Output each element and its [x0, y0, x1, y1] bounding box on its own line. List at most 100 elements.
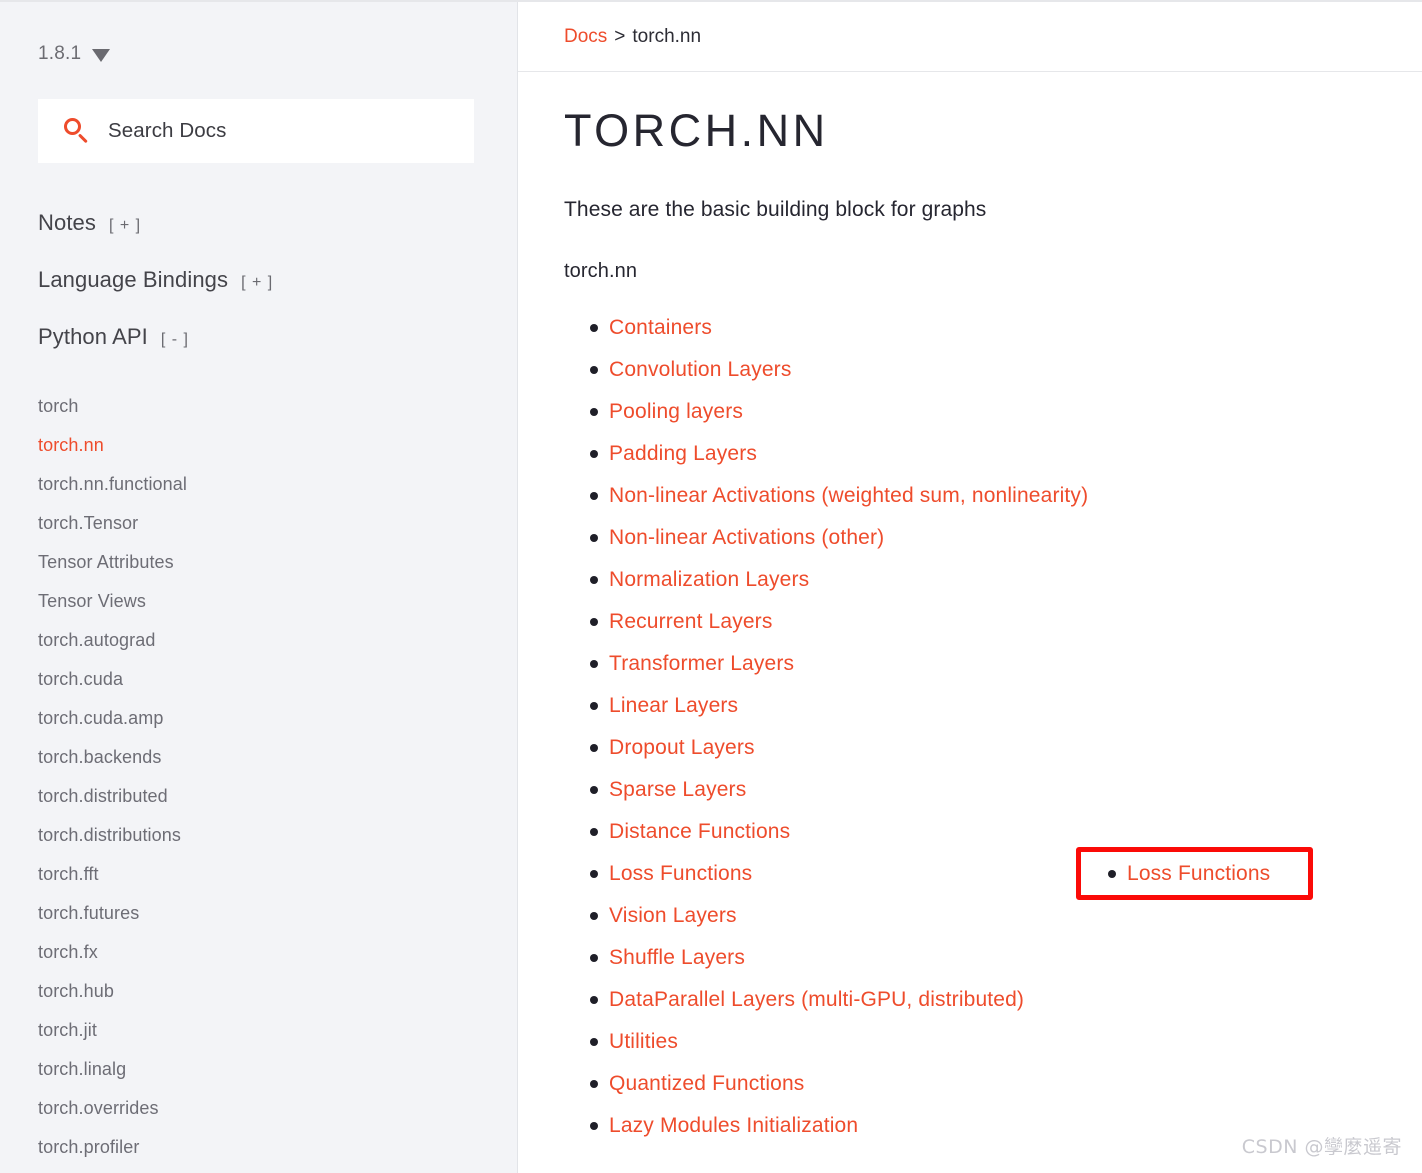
sidebar-item-torch-backends[interactable]: torch.backends [38, 738, 498, 777]
list-item: Pooling layers [564, 391, 1376, 433]
sidebar-item-label: torch.futures [38, 903, 140, 923]
section-link-distance-functions[interactable]: Distance Functions [609, 820, 790, 844]
sidebar-section-toggle[interactable]: [ + ] [109, 217, 141, 235]
breadcrumb: Docs > torch.nn [518, 2, 1422, 72]
sidebar-item-label: torch.profiler [38, 1137, 140, 1157]
watermark: CSDN @孿麼遥寄 [1241, 1136, 1402, 1158]
search-input[interactable]: Search Docs [38, 99, 474, 163]
sidebar-item-label: torch.hub [38, 981, 114, 1001]
list-item: Sparse Layers [564, 769, 1376, 811]
sidebar-item-torch-distributions[interactable]: torch.distributions [38, 816, 498, 855]
search-icon [64, 118, 90, 144]
section-link-vision-layers[interactable]: Vision Layers [609, 904, 737, 928]
list-item: Normalization Layers [564, 559, 1376, 601]
sidebar-item-label: torch.cuda.amp [38, 708, 164, 728]
sidebar-item-torch-nn[interactable]: torch.nn [38, 426, 498, 465]
sidebar-item-label: torch.jit [38, 1020, 97, 1040]
sidebar-item-torch[interactable]: torch [38, 387, 498, 426]
sidebar-section-notes[interactable]: Notes [ + ] [38, 210, 498, 267]
section-link-pooling-layers[interactable]: Pooling layers [609, 400, 743, 424]
sidebar-item-torch-cuda[interactable]: torch.cuda [38, 660, 498, 699]
sidebar-item-tensor-attributes[interactable]: Tensor Attributes [38, 543, 498, 582]
sidebar-item-label: torch.Tensor [38, 513, 139, 533]
list-item: Containers [564, 307, 1376, 349]
section-link-padding-layers[interactable]: Padding Layers [609, 442, 757, 466]
list-item: Dropout Layers [564, 727, 1376, 769]
section-link-lazy-modules-initialization[interactable]: Lazy Modules Initialization [609, 1114, 858, 1138]
section-link-utilities[interactable]: Utilities [609, 1030, 678, 1054]
sidebar-section-python-api[interactable]: Python API [ - ] [38, 324, 498, 381]
list-item: Shuffle Layers [564, 937, 1376, 979]
sidebar-item-torch-fx[interactable]: torch.fx [38, 933, 498, 972]
sidebar-item-label: torch.linalg [38, 1059, 127, 1079]
page-title: TORCH.NN [564, 105, 829, 156]
section-link-non-linear-activations-weighted-sum-nonlinearity[interactable]: Non-linear Activations (weighted sum, no… [609, 484, 1088, 508]
sidebar-item-torch-fft[interactable]: torch.fft [38, 855, 498, 894]
sidebar-item-label: torch [38, 396, 79, 416]
sidebar-item-label: torch.autograd [38, 630, 156, 650]
sidebar-item-torch-cuda-amp[interactable]: torch.cuda.amp [38, 699, 498, 738]
sidebar-section-toggle[interactable]: [ - ] [161, 331, 189, 349]
caret-down-icon [92, 48, 111, 62]
section-link-transformer-layers[interactable]: Transformer Layers [609, 652, 794, 676]
sidebar-item-tensor-views[interactable]: Tensor Views [38, 582, 498, 621]
list-item: Convolution Layers [564, 349, 1376, 391]
section-link-sparse-layers[interactable]: Sparse Layers [609, 778, 746, 802]
sidebar-item-torch-nn-init[interactable]: torch.nn.init [38, 1167, 498, 1173]
sidebar-section-label: Python API [38, 324, 148, 349]
section-link-convolution-layers[interactable]: Convolution Layers [609, 358, 791, 382]
list-item: Transformer Layers [564, 643, 1376, 685]
docs-main: Docs > torch.nn TORCH.NN These are the b… [518, 2, 1422, 1173]
section-link-quantized-functions[interactable]: Quantized Functions [609, 1072, 804, 1096]
version-selector[interactable]: 1.8.1 [38, 43, 111, 65]
search-placeholder: Search Docs [108, 119, 227, 142]
section-link-dropout-layers[interactable]: Dropout Layers [609, 736, 755, 760]
list-item: Recurrent Layers [564, 601, 1376, 643]
section-link-recurrent-layers[interactable]: Recurrent Layers [609, 610, 772, 634]
section-link-normalization-layers[interactable]: Normalization Layers [609, 568, 809, 592]
sidebar-item-torch-futures[interactable]: torch.futures [38, 894, 498, 933]
sidebar-item-label: Tensor Attributes [38, 552, 174, 572]
sidebar-section-toggle[interactable]: [ + ] [241, 274, 273, 292]
sidebar-item-torch-nn-functional[interactable]: torch.nn.functional [38, 465, 498, 504]
sidebar-item-torch-profiler[interactable]: torch.profiler [38, 1128, 498, 1167]
sidebar-item-torch-hub[interactable]: torch.hub [38, 972, 498, 1011]
sidebar-item-torch-overrides[interactable]: torch.overrides [38, 1089, 498, 1128]
sidebar-section-label: Language Bindings [38, 267, 229, 292]
version-label: 1.8.1 [38, 43, 82, 64]
sidebar-section-language-bindings[interactable]: Language Bindings [ + ] [38, 267, 498, 324]
sidebar-section-label: Notes [38, 210, 96, 235]
list-item: Linear Layers [564, 685, 1376, 727]
lead-paragraph: These are the basic building block for g… [564, 197, 987, 221]
list-item: Vision Layers [564, 895, 1376, 937]
docs-sidebar: 1.8.1 Search Docs Notes [ + ] Language B… [0, 2, 518, 1173]
sidebar-sections: Notes [ + ] Language Bindings [ + ] Pyth… [38, 210, 498, 381]
sidebar-item-label: torch.fx [38, 942, 98, 962]
module-name-paragraph: torch.nn [564, 259, 638, 282]
sidebar-item-label: Tensor Views [38, 591, 146, 611]
page-root: 1.8.1 Search Docs Notes [ + ] Language B… [0, 0, 1422, 1173]
section-link-shuffle-layers[interactable]: Shuffle Layers [609, 946, 745, 970]
sidebar-item-torch-jit[interactable]: torch.jit [38, 1011, 498, 1050]
list-item: Non-linear Activations (other) [564, 517, 1376, 559]
section-link-containers[interactable]: Containers [609, 316, 712, 340]
sidebar-item-torch-distributed[interactable]: torch.distributed [38, 777, 498, 816]
sidebar-item-torch-linalg[interactable]: torch.linalg [38, 1050, 498, 1089]
section-link-dataparallel-layers-multi-gpu-distributed[interactable]: DataParallel Layers (multi-GPU, distribu… [609, 988, 1024, 1012]
sidebar-item-torch-tensor[interactable]: torch.Tensor [38, 504, 498, 543]
breadcrumb-current: torch.nn [632, 25, 702, 47]
sidebar-item-label: torch.cuda [38, 669, 124, 689]
breadcrumb-link-docs[interactable]: Docs [564, 26, 607, 48]
section-link-loss-functions[interactable]: Loss Functions [609, 862, 752, 886]
sidebar-item-label: torch.overrides [38, 1098, 159, 1118]
sidebar-item-torch-autograd[interactable]: torch.autograd [38, 621, 498, 660]
sidebar-item-label: torch.backends [38, 747, 162, 767]
sidebar-item-label: torch.nn.functional [38, 474, 187, 494]
section-link-non-linear-activations-other[interactable]: Non-linear Activations (other) [609, 526, 884, 550]
article-content: TORCH.NN These are the basic building bl… [518, 72, 1422, 1147]
sidebar-item-label: torch.distributed [38, 786, 168, 806]
section-link-linear-layers[interactable]: Linear Layers [609, 694, 738, 718]
breadcrumb-separator: > [614, 25, 626, 47]
sidebar-item-list: torch torch.nn torch.nn.functional torch.Te… [38, 387, 498, 1173]
list-item: Loss Functions [564, 853, 1376, 895]
